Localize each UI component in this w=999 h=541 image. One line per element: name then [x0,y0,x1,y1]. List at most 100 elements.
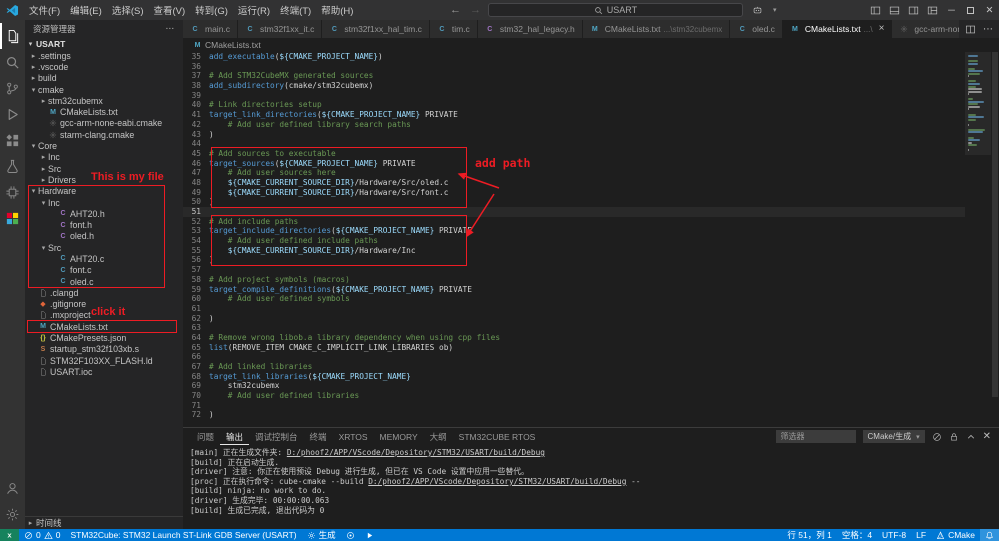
editor-tab[interactable]: Cstm32_hal_legacy.h [477,20,583,38]
line-number[interactable]: 69 [183,381,209,391]
line-number[interactable]: 65 [183,343,209,353]
maximize-panel-icon[interactable] [966,432,976,442]
toggle-panel-icon[interactable] [885,0,904,20]
editor-tab[interactable]: M CMakeLists.txt ...\ × [782,20,893,38]
code-line[interactable]: 48 ${CMAKE_CURRENT_SOURCE_DIR}/Hardware/… [183,178,965,188]
copilot-icon[interactable] [748,5,767,16]
line-number[interactable]: 39 [183,91,209,101]
tree-item[interactable]: STM32F103XX_FLASH.ld [25,355,183,366]
line-number[interactable]: 35 [183,52,209,62]
eol-indicator[interactable]: LF [911,529,931,541]
editor-tab[interactable]: Cstm32f1xx_it.c [238,20,323,38]
menu-item[interactable]: 终端(T) [275,3,316,17]
editor-tab[interactable]: M CMakeLists.txt ...\stm32cubemx [582,20,731,38]
menu-item[interactable]: 帮助(H) [316,3,358,17]
code-line[interactable]: 44 [183,139,965,149]
close-icon[interactable]: × [879,24,885,34]
code-line[interactable]: 60 # Add user defined symbols [183,294,965,304]
encoding[interactable]: UTF-8 [877,529,911,541]
clear-output-icon[interactable] [932,432,942,442]
tree-item[interactable]: ▾ Src [25,242,183,253]
tree-item[interactable]: ▾ cmake [25,84,183,95]
code-line[interactable]: 41 target_link_directories(${CMAKE_PROJEC… [183,110,965,120]
code-line[interactable]: 56) [183,255,965,265]
code-line[interactable]: 71 [183,401,965,411]
more-actions-icon[interactable]: ⋯ [166,23,176,34]
tree-item[interactable]: C AHT20.c [25,253,183,264]
build-target-button[interactable] [341,529,360,541]
code-area[interactable]: 35 add_executable(${CMAKE_PROJECT_NAME}) 3… [183,52,965,427]
output-log[interactable]: [main] 正在生成文件夹: D:/phoof2/APP/VScode/Dep… [183,445,999,529]
line-number[interactable]: 61 [183,304,209,314]
tree-item[interactable]: gcc-arm-none-eabi.cmake [25,118,183,129]
line-number[interactable]: 62 [183,314,209,324]
code-line[interactable]: 58 # Add project symbols (macros) [183,275,965,285]
code-line[interactable]: 70 # Add user defined libraries [183,391,965,401]
tree-item[interactable]: ◆ .gitignore [25,299,183,310]
line-number[interactable]: 57 [183,265,209,275]
activity-settings[interactable] [0,501,25,527]
indentation[interactable]: 空格：4 [837,529,877,541]
activity-extensions[interactable] [0,127,25,153]
editor-tab[interactable]: Coled.c [730,20,783,38]
line-number[interactable]: 36 [183,62,209,72]
stm32cube-launch[interactable]: STM32Cube: STM32 Launch ST-Link GDB Serv… [65,529,301,541]
line-number[interactable]: 50 [183,197,209,207]
line-number[interactable]: 52 [183,217,209,227]
tree-item[interactable]: .clangd [25,287,183,298]
debug-run-button[interactable] [360,529,379,541]
code-line[interactable]: 72) [183,410,965,420]
code-line[interactable]: 43) [183,130,965,140]
menu-item[interactable]: 转到(G) [190,3,233,17]
command-center-search[interactable]: USART [487,3,743,17]
more-actions-icon[interactable]: ⋯ [983,24,993,35]
line-number[interactable]: 49 [183,188,209,198]
code-line[interactable]: 68 target_link_libraries(${CMAKE_PROJECT_… [183,372,965,382]
output-link[interactable]: D:/phoof2/APP/VScode/Depository/STM32/US… [287,448,545,457]
line-number[interactable]: 55 [183,246,209,256]
tree-item[interactable]: ▸ build [25,73,183,84]
code-line[interactable]: 67 # Add linked libraries [183,362,965,372]
code-line[interactable]: 49 ${CMAKE_CURRENT_SOURCE_DIR}/Hardware/… [183,188,965,198]
line-number[interactable]: 38 [183,81,209,91]
menu-item[interactable]: 文件(F) [24,3,65,17]
toggle-sidebar-icon[interactable] [866,0,885,20]
menu-item[interactable]: 查看(V) [148,3,190,17]
output-channel-select[interactable]: CMake/生成 ▾ [862,430,925,443]
code-line[interactable]: 69 stm32cubemx [183,381,965,391]
line-number[interactable]: 42 [183,120,209,130]
lock-scroll-icon[interactable] [949,432,959,442]
cmake-build-button[interactable]: 生成 [302,529,341,541]
line-number[interactable]: 45 [183,149,209,159]
line-number[interactable]: 71 [183,401,209,411]
panel-tab[interactable]: 输出 [220,428,249,445]
code-line[interactable]: 39 [183,91,965,101]
tree-item[interactable]: ▾ Inc [25,197,183,208]
tree-item[interactable]: Coled.c [25,276,183,287]
code-line[interactable]: 40 # Link directories setup [183,100,965,110]
line-number[interactable]: 51 [183,207,209,217]
code-line[interactable]: 36 [183,62,965,72]
customize-layout-icon[interactable] [923,0,942,20]
line-number[interactable]: 68 [183,372,209,382]
panel-tab[interactable]: XRTOS [333,428,374,445]
cmake-status[interactable]: CMake [931,529,980,541]
editor-scrollbar[interactable] [991,52,999,427]
code-line[interactable]: 64 # Remove wrong libob.a library depende… [183,333,965,343]
tree-item[interactable]: ▸ Src [25,163,183,174]
line-number[interactable]: 67 [183,362,209,372]
activity-stm32-chip[interactable] [0,179,25,205]
tree-item[interactable]: M CMakeLists.txt [25,106,183,117]
line-number[interactable]: 64 [183,333,209,343]
activity-run-debug[interactable] [0,101,25,127]
code-line[interactable]: 63 [183,323,965,333]
minimap[interactable] [965,52,991,427]
tree-item[interactable]: .mxproject [25,310,183,321]
output-link[interactable]: D:/phoof2/APP/VScode/Depository/STM32/US… [368,477,626,486]
code-line[interactable]: 55 ${CMAKE_CURRENT_SOURCE_DIR}/Hardware/… [183,246,965,256]
editor-tab[interactable]: Cmain.c [183,20,239,38]
line-number[interactable]: 48 [183,178,209,188]
line-number[interactable]: 37 [183,71,209,81]
menu-item[interactable]: 编辑(E) [65,3,107,17]
line-number[interactable]: 59 [183,285,209,295]
